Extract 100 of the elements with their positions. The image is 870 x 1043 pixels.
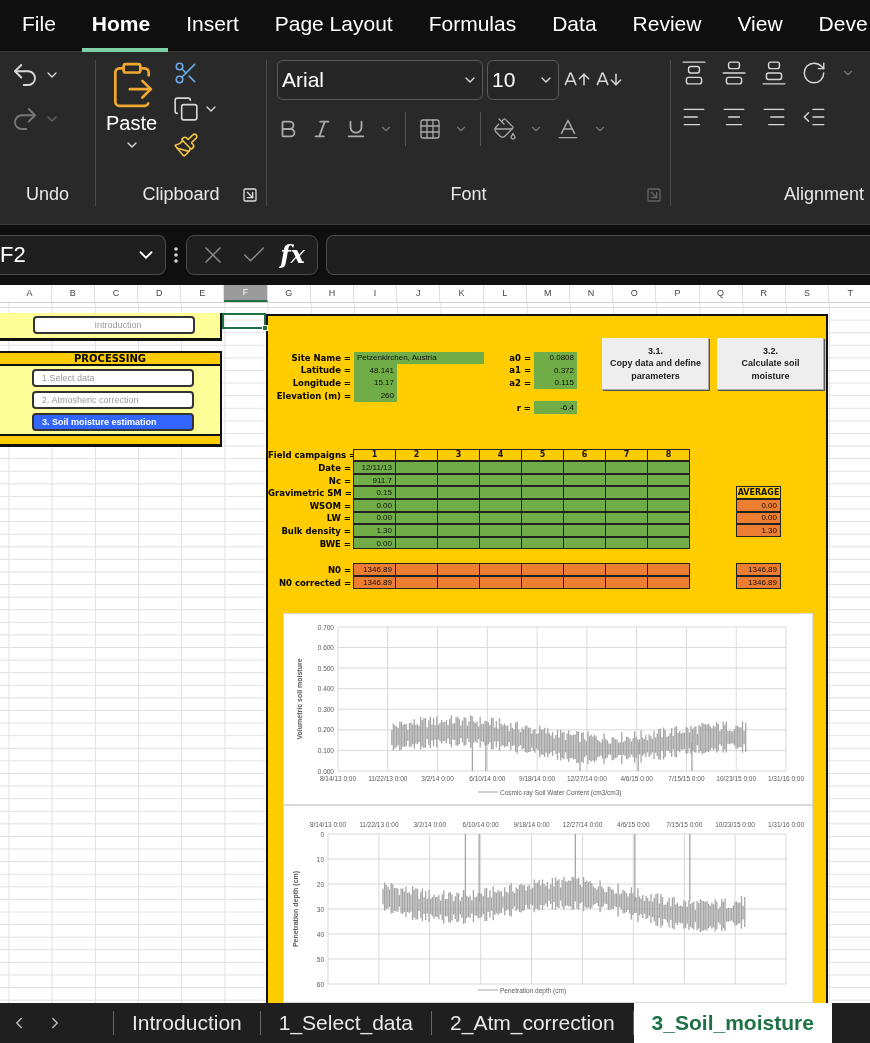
table-cell — [605, 461, 648, 474]
field-label: Gravimetric SM = — [268, 488, 353, 499]
table-cell — [563, 486, 606, 499]
selected-cell[interactable] — [222, 312, 266, 329]
field-value: 0.372 — [534, 364, 577, 377]
field-label: BWE = — [318, 538, 352, 549]
table-cell — [395, 486, 438, 499]
table-cell — [647, 486, 690, 499]
table-cell: 12/11/13 — [353, 461, 396, 474]
table-cell — [479, 486, 522, 499]
action-button[interactable]: 3.1. Copy data and define parameters — [602, 337, 709, 390]
formula-input[interactable] — [326, 234, 870, 275]
ribbon-tab[interactable]: View — [727, 0, 801, 52]
dialog-launcher-icon[interactable] — [242, 186, 258, 203]
table-cell — [521, 461, 564, 474]
align-top-icon — [681, 60, 707, 86]
insert-function-button[interactable]: fx — [280, 240, 305, 270]
underline-icon — [345, 118, 367, 140]
sheet-tab[interactable]: 1_Select_data — [260, 1011, 433, 1035]
table-cell — [605, 563, 648, 576]
table-cell — [521, 563, 564, 576]
sheet-tab[interactable]: 3_Soil_moisture — [633, 1003, 832, 1043]
average-cell: 1.30 — [736, 524, 781, 537]
step-button[interactable]: 3. Soil moisture estimation — [32, 412, 194, 431]
copy-icon — [173, 96, 200, 122]
table-cell — [605, 486, 648, 499]
field-label: a2 = — [508, 378, 532, 388]
group-label: Font — [450, 184, 487, 206]
column-heading: 8 — [647, 448, 690, 462]
processing-header: PROCESSING — [0, 350, 220, 366]
more-icon — [174, 246, 178, 263]
field-label: Date = — [317, 462, 352, 473]
column-heading: 1 — [353, 448, 396, 462]
paintbrush-icon — [173, 132, 200, 158]
group-label: Alignment — [783, 184, 864, 206]
table-cell — [479, 524, 522, 537]
table-cell — [395, 461, 438, 474]
table-cell — [437, 524, 480, 537]
font-name-select[interactable]: Arial — [277, 60, 483, 100]
legend-line — [477, 791, 499, 793]
ribbon-tab[interactable]: Review — [622, 0, 720, 52]
field-label: Longitude = — [291, 378, 352, 388]
legend-line — [477, 989, 499, 991]
field-label: a0 = — [508, 352, 532, 363]
ribbon-tab[interactable]: Insert — [176, 0, 257, 52]
field-label: Bulk density = — [280, 525, 352, 536]
column-heading: 2 — [395, 448, 438, 462]
ribbon-tab[interactable]: Page Layout — [264, 0, 411, 52]
field-label: N0 = — [326, 565, 352, 576]
field-label: WSOM = — [308, 500, 352, 511]
table-cell — [647, 461, 690, 474]
table-cell — [395, 524, 438, 537]
table-cell — [437, 563, 480, 576]
align-bottom-icon — [761, 60, 787, 86]
column-heading: 3 — [437, 448, 480, 462]
paste-button[interactable]: Paste — [106, 112, 158, 135]
name-box[interactable]: F2 — [0, 234, 166, 275]
field-value: -6.4 — [534, 401, 577, 414]
column-heading: 7 — [605, 448, 648, 462]
group-label: Undo — [26, 184, 69, 206]
action-button[interactable]: 3.2. Calculate soil moisture — [717, 337, 824, 390]
borders-icon — [418, 117, 442, 141]
field-label: a1 = — [508, 365, 532, 376]
table-cell — [563, 461, 606, 474]
table-cell: 1.30 — [353, 524, 396, 537]
table-cell: 0.15 — [353, 486, 396, 499]
table-cell — [563, 524, 606, 537]
sheet-tab[interactable]: 2_Atm_correction — [432, 1011, 634, 1035]
column-heading: 6 — [563, 448, 606, 462]
field-label: r = — [515, 402, 532, 413]
table-cell — [521, 524, 564, 537]
table-cell — [395, 563, 438, 576]
table-cell — [437, 461, 480, 474]
field-label: Nc = — [327, 475, 352, 486]
field-value: Petzenkirchen, Austria — [354, 351, 484, 365]
table-cell: 1346.89 — [353, 563, 396, 576]
field-label: Site Name = — [290, 352, 352, 363]
group-label: Clipboard — [142, 184, 220, 206]
field-value: 260 — [354, 389, 397, 402]
table-cell — [437, 486, 480, 499]
table-cell — [647, 563, 690, 576]
average-cell: 1346.89 — [736, 563, 781, 576]
sheet-tab[interactable]: Introduction — [114, 1011, 261, 1035]
column-heading: 4 — [479, 448, 522, 462]
field-value: 0.0808 — [534, 351, 577, 365]
table-cell — [647, 524, 690, 537]
orientation-icon — [801, 60, 827, 86]
ribbon-tab[interactable]: Data — [542, 0, 615, 52]
table-cell — [563, 563, 606, 576]
table-cell — [479, 563, 522, 576]
align-middle-icon — [721, 60, 747, 86]
average-header: AVERAGE — [736, 486, 781, 499]
field-value: 48.141 — [354, 364, 397, 377]
table-cell — [479, 461, 522, 474]
ribbon-tab[interactable]: File — [12, 0, 74, 52]
ribbon-tab[interactable]: Deve — [808, 0, 870, 52]
field-label: Latitude = — [299, 365, 352, 376]
ribbon-tab[interactable]: Formulas — [418, 0, 535, 52]
font-size-select[interactable]: 10 — [487, 60, 559, 100]
field-label: LW = — [325, 513, 352, 524]
